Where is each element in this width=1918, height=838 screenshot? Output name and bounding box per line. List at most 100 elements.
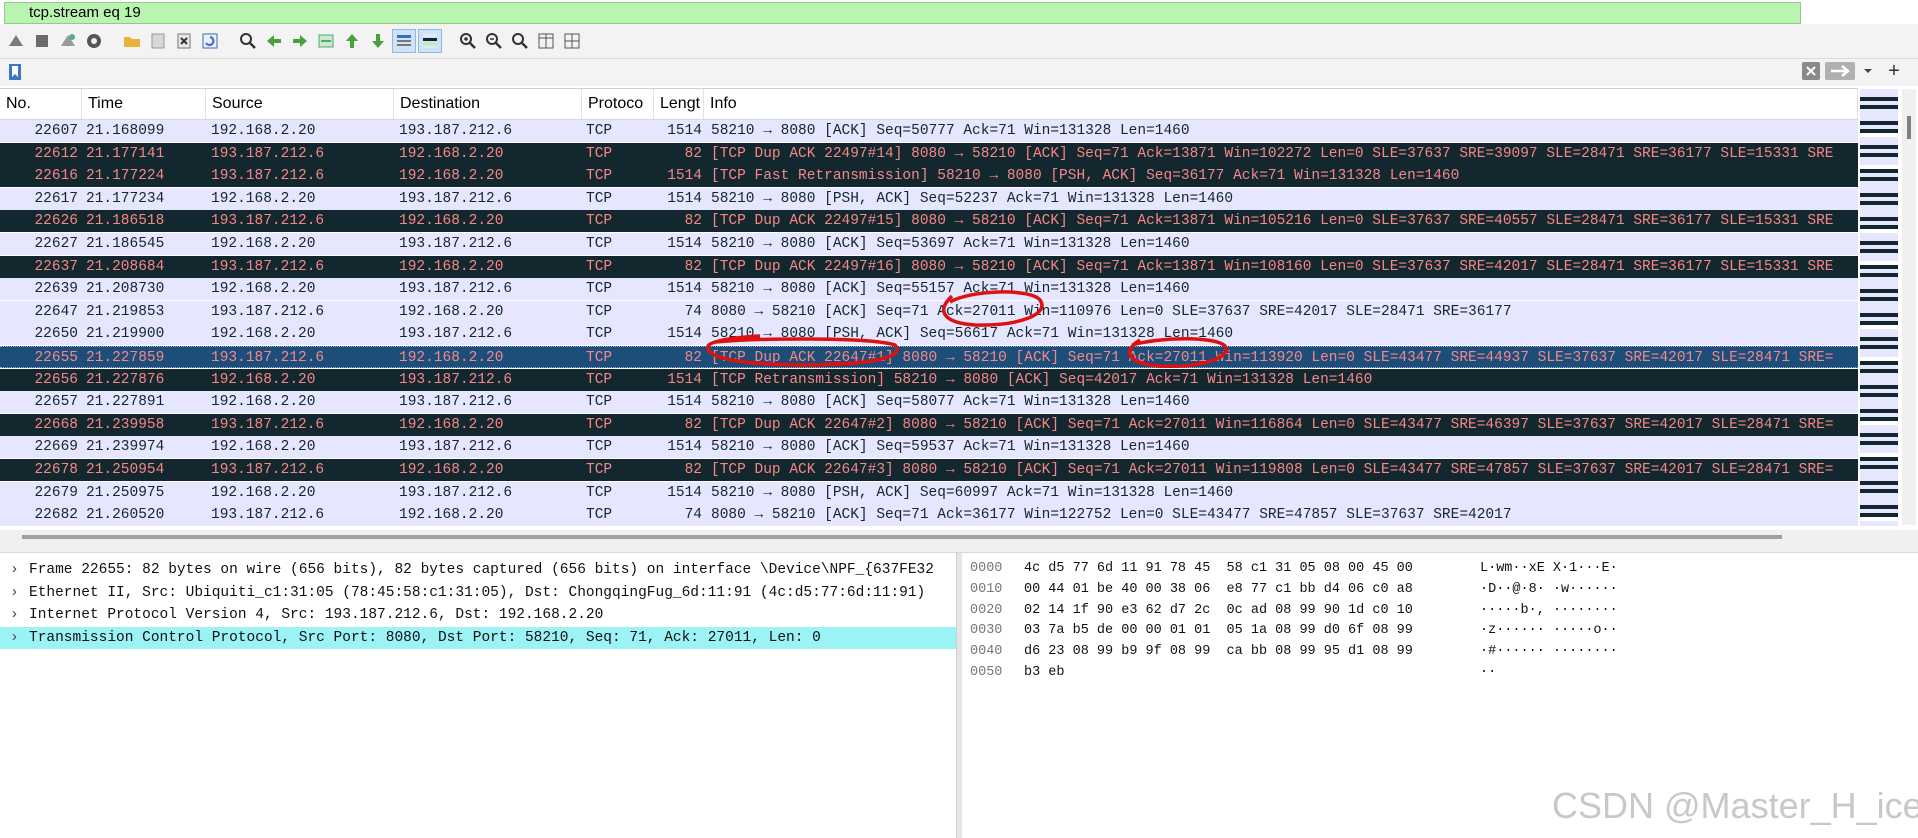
save-file-icon[interactable] [146,29,170,53]
detail-tree-item[interactable]: › Internet Protocol Version 4, Src: 193.1… [0,604,956,626]
packet-row[interactable]: 22607 21.168099 192.168.2.20 193.187.212.6 T… [0,120,1858,142]
detail-tree-item[interactable]: › Frame 22655: 82 bytes on wire (656 bits… [0,559,956,581]
packet-list-vertical-scrollbar[interactable] [1902,89,1916,525]
packet-time: 21.227876 [86,371,165,388]
expand-arrow-icon[interactable]: › [10,582,22,604]
packet-row[interactable]: 22612 21.177141 193.187.212.6 192.168.2.20 T… [0,142,1858,165]
packet-time: 21.227891 [86,394,165,411]
column-header-4[interactable]: Protoco [582,89,654,119]
packet-time: 21.208730 [86,281,165,298]
detail-tree-item[interactable]: › Ethernet II, Src: Ubiquiti_c1:31:05 (78… [0,582,956,604]
apply-filter-icon[interactable] [1825,62,1855,80]
expand-arrow-icon[interactable]: › [10,604,22,626]
add-filter-button[interactable]: + [1884,60,1904,82]
resize-columns-icon[interactable] [534,29,558,53]
packet-list[interactable]: No. Time Source Destination Protoco Lengt Info… [0,88,1858,526]
scroll-thumb[interactable] [22,535,1782,539]
packet-row[interactable]: 22656 21.227876 192.168.2.20 193.187.212.6 T… [0,368,1858,391]
scroll-thumb[interactable] [1907,116,1911,139]
packet-row[interactable]: 22679 21.250975 192.168.2.20 193.187.212.6 T… [0,481,1858,504]
colorize-icon[interactable] [418,29,442,53]
open-folder-icon[interactable] [120,29,144,53]
hex-row[interactable]: 0010 00 44 01 be 40 00 38 06 e8 77 c1 bb … [962,580,1682,600]
packet-row[interactable]: 22627 21.186545 192.168.2.20 193.187.212.6 T… [0,233,1858,255]
packet-minimap[interactable] [1860,89,1898,526]
detail-text: Frame 22655: 82 bytes on wire (656 bits)… [29,562,934,578]
filter-bookmark-icon[interactable] [8,63,22,81]
packet-len: 82 [684,213,702,230]
close-file-icon[interactable] [172,29,196,53]
packet-row[interactable]: 22616 21.177224 193.187.212.6 192.168.2.20 T… [0,165,1858,188]
packet-row[interactable]: 22637 21.208684 193.187.212.6 192.168.2.20 T… [0,255,1858,278]
packet-row[interactable]: 22669 21.239974 192.168.2.20 193.187.212.6 T… [0,436,1858,459]
stop-icon[interactable] [30,29,54,53]
zoom-reset-icon[interactable] [508,29,532,53]
expand-arrow-icon[interactable]: › [10,627,22,649]
hex-ascii: ·····b·, ········ [1480,602,1618,618]
zoom-in-icon[interactable] [456,29,480,53]
column-header-5[interactable]: Lengt [654,89,704,119]
find-icon[interactable] [236,29,260,53]
autoscroll-icon[interactable] [392,29,416,53]
packet-proto: TCP [586,484,613,501]
column-header-6[interactable]: Info [704,89,1858,119]
packet-details-pane[interactable]: › Frame 22655: 82 bytes on wire (656 bits… [0,553,956,838]
go-back-icon[interactable] [262,29,286,53]
packet-row[interactable]: 22626 21.186518 193.187.212.6 192.168.2.20 T… [0,210,1858,233]
packet-dst: 192.168.2.20 [399,258,504,275]
packet-list-header: No. Time Source Destination Protoco Lengt Info [0,89,1858,120]
packet-len: 82 [684,145,702,162]
hex-row[interactable]: 0030 03 7a b5 de 00 00 01 01 05 1a 08 99 … [962,621,1682,641]
packet-time: 21.177224 [86,168,165,185]
options-gear-icon[interactable] [82,29,106,53]
packet-len: 82 [684,258,702,275]
packet-dst: 192.168.2.20 [399,462,504,478]
packet-proto: TCP [586,439,613,456]
packet-row[interactable]: 22650 21.219900 192.168.2.20 193.187.212.6 T… [0,323,1858,346]
zoom-out-icon[interactable] [482,29,506,53]
pane-splitter[interactable] [0,544,1918,553]
hex-row[interactable]: 0000 4c d5 77 6d 11 91 78 45 58 c1 31 05 … [962,559,1682,579]
packet-row[interactable]: 22617 21.177234 192.168.2.20 193.187.212.6 T… [0,187,1858,210]
packet-src: 192.168.2.20 [211,371,316,388]
reload-icon[interactable] [198,29,222,53]
packet-len: 1514 [667,123,702,139]
packet-info: [TCP Fast Retransmission] 58210 → 8080 [… [711,168,1460,185]
packet-row[interactable]: 22657 21.227891 192.168.2.20 193.187.212.6 T… [0,391,1858,414]
hex-row[interactable]: 0020 02 14 1f 90 e3 62 d7 2c 0c ad 08 99 … [962,601,1682,621]
packet-row[interactable]: 22639 21.208730 192.168.2.20 193.187.212.6 T… [0,278,1858,301]
main-toolbar [0,24,1918,59]
packet-row[interactable]: 22678 21.250954 193.187.212.6 192.168.2.20 T… [0,459,1858,481]
column-header-2[interactable]: Source [206,89,394,119]
packet-row[interactable]: 22682 21.260520 193.187.212.6 192.168.2.20 T… [0,504,1858,526]
packet-no: 22639 [34,281,78,298]
last-packet-icon[interactable] [366,29,390,53]
packet-info: 58210 → 8080 [ACK] Seq=50777 Ack=71 Win=… [711,123,1190,139]
packet-row[interactable]: 22655 21.227859 193.187.212.6 192.168.2.20 T… [0,346,1858,368]
restart-icon[interactable] [56,29,80,53]
clear-filter-icon[interactable] [1802,62,1820,80]
packet-src: 193.187.212.6 [211,213,325,230]
hex-hex: b3 eb [1024,665,1065,680]
hex-row[interactable]: 0050 b3 eb ·· [962,663,1682,683]
first-packet-icon[interactable] [340,29,364,53]
packet-row[interactable]: 22668 21.239958 193.187.212.6 192.168.2.20 T… [0,413,1858,436]
column-header-0[interactable]: No. [0,89,82,119]
expand-arrow-icon[interactable]: › [10,559,22,581]
goto-packet-icon[interactable] [314,29,338,53]
shark-start-icon[interactable] [4,29,28,53]
filter-history-dropdown-icon[interactable] [1860,62,1876,80]
packet-info: 58210 → 8080 [PSH, ACK] Seq=56617 Ack=71… [711,326,1234,343]
column-header-3[interactable]: Destination [394,89,582,119]
go-forward-icon[interactable] [288,29,312,53]
hex-row[interactable]: 0040 d6 23 08 99 b9 9f 08 99 ca bb 08 99 … [962,642,1682,662]
packet-info: 58210 → 8080 [PSH, ACK] Seq=60997 Ack=71… [711,484,1234,501]
detail-tree-item[interactable]: › Transmission Control Protocol, Src Port… [0,626,956,649]
packet-time: 21.208684 [86,258,165,275]
packet-row[interactable]: 22647 21.219853 193.187.212.6 192.168.2.20 T… [0,300,1858,323]
display-filter-bar [0,59,1918,86]
display-filter-input[interactable]: tcp.stream eq 19 [4,2,1801,24]
packet-list-horizontal-scrollbar[interactable] [0,530,1918,544]
column-header-1[interactable]: Time [82,89,206,119]
layout-icon[interactable] [560,29,584,53]
